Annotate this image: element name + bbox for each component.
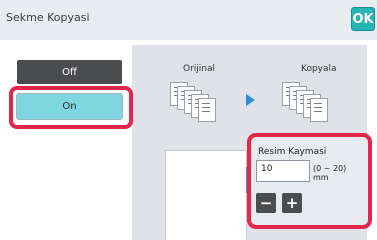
tab-copy-screen: Sekme Kopyasi OK Off On Orijinal Kopyala… — [0, 0, 377, 240]
copy-pages-icon — [282, 82, 330, 122]
copy-label: Kopyala — [301, 64, 337, 74]
ok-button[interactable]: OK — [352, 8, 374, 30]
unit-text: mm — [313, 173, 329, 182]
page-title: Sekme Kopyasi — [6, 11, 90, 24]
on-button[interactable]: On — [17, 94, 122, 119]
play-arrow-icon — [246, 94, 255, 106]
original-pages-icon — [170, 82, 218, 122]
image-shift-title: Resim Kaymasi — [258, 147, 327, 157]
increase-button[interactable]: + — [282, 193, 302, 213]
page-preview — [165, 150, 247, 240]
image-shift-range: (0 ~ 20) mm — [313, 164, 346, 182]
image-shift-input[interactable]: 10 — [256, 160, 310, 182]
range-text: (0 ~ 20) — [313, 164, 347, 173]
off-button[interactable]: Off — [17, 60, 122, 84]
original-label: Orijinal — [183, 64, 216, 74]
header-bar: Sekme Kopyasi OK — [0, 0, 377, 40]
decrease-button[interactable]: − — [256, 193, 276, 213]
